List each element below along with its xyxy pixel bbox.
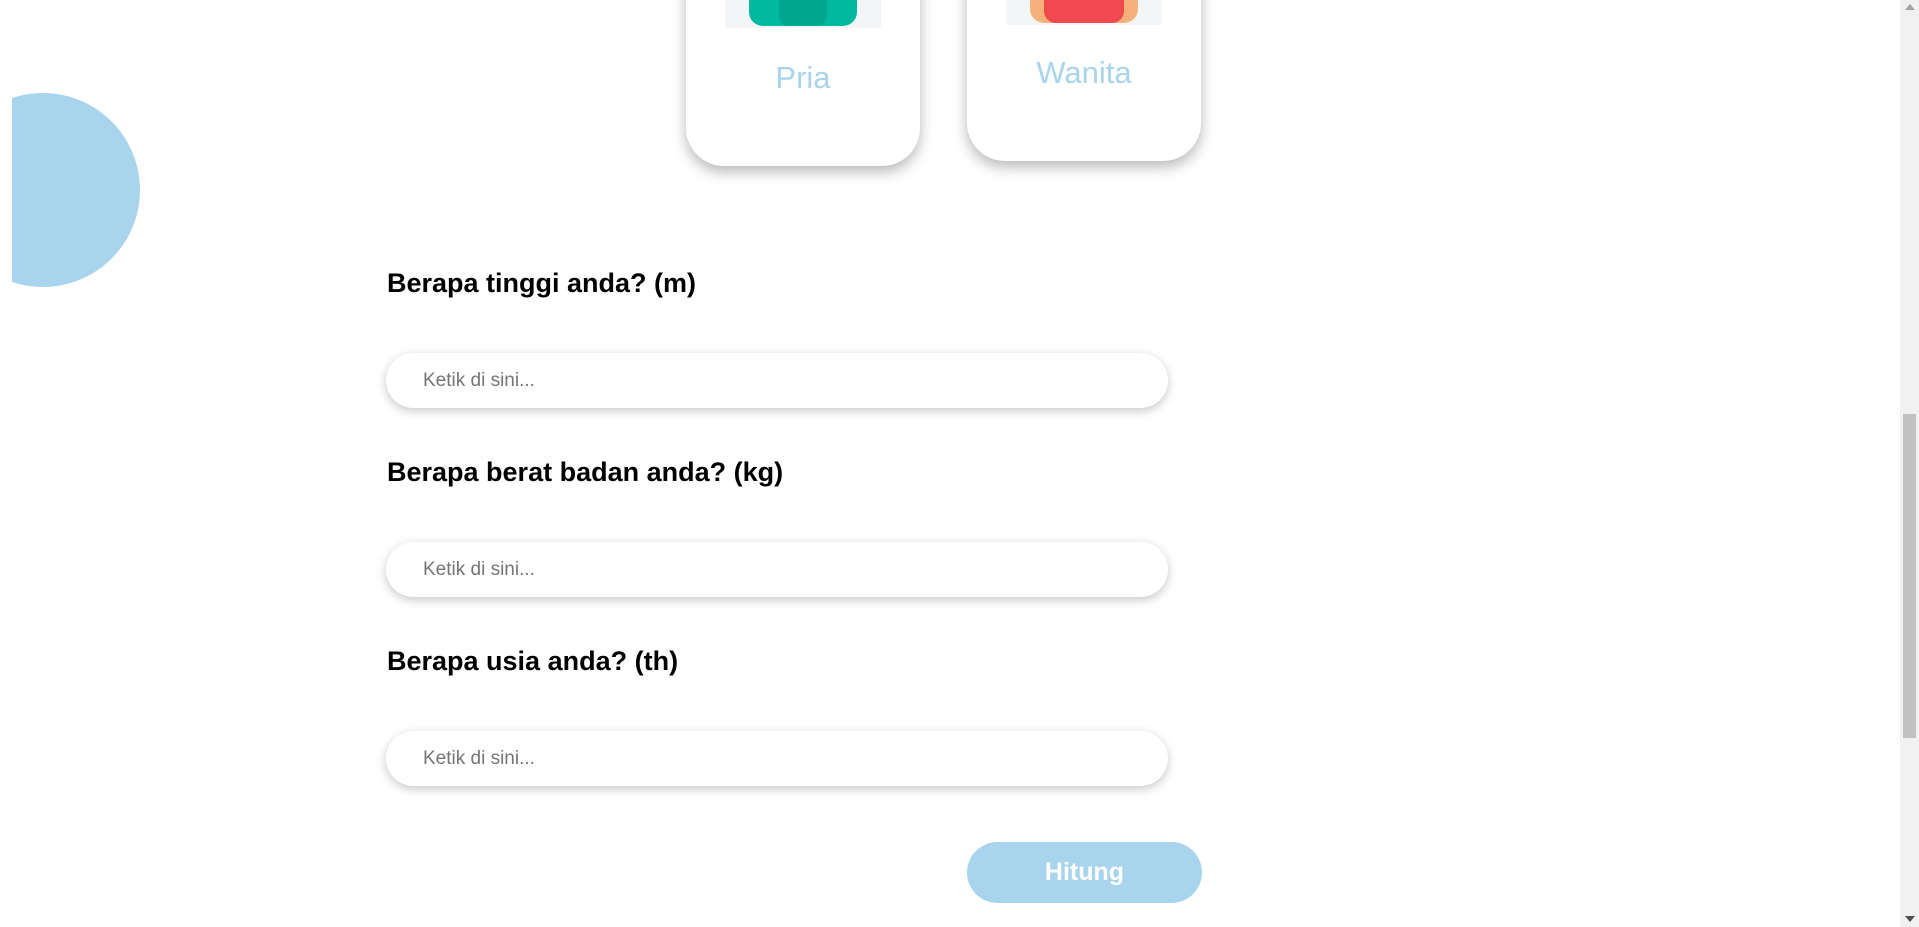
decorative-circle	[0, 93, 140, 287]
calculate-button[interactable]: Hitung	[967, 842, 1202, 903]
weight-question: Berapa berat badan anda? (kg)	[387, 457, 784, 487]
height-input[interactable]	[386, 353, 1168, 408]
scroll-up-icon[interactable]	[1905, 4, 1915, 10]
gender-label-male: Pria	[775, 60, 831, 95]
bmi-calculator-page: Pria Wanita Berapa tinggi anda? (m) Bera…	[0, 0, 1919, 927]
height-question: Berapa tinggi anda? (m)	[387, 268, 697, 298]
gender-option-female[interactable]: Wanita	[967, 0, 1201, 161]
male-avatar-icon	[725, 0, 881, 28]
age-question: Berapa usia anda? (th)	[387, 646, 679, 676]
scrollbar-thumb[interactable]	[1903, 414, 1916, 738]
page-left-edge	[0, 0, 12, 927]
female-shirt	[1030, 0, 1138, 23]
age-input[interactable]	[386, 731, 1168, 786]
vertical-scrollbar[interactable]	[1900, 0, 1919, 927]
gender-option-male[interactable]: Pria	[686, 0, 920, 166]
male-shirt	[749, 0, 857, 26]
weight-input[interactable]	[386, 542, 1168, 597]
scroll-down-icon[interactable]	[1905, 916, 1915, 922]
female-avatar-icon	[1006, 0, 1162, 25]
gender-label-female: Wanita	[1036, 55, 1132, 90]
